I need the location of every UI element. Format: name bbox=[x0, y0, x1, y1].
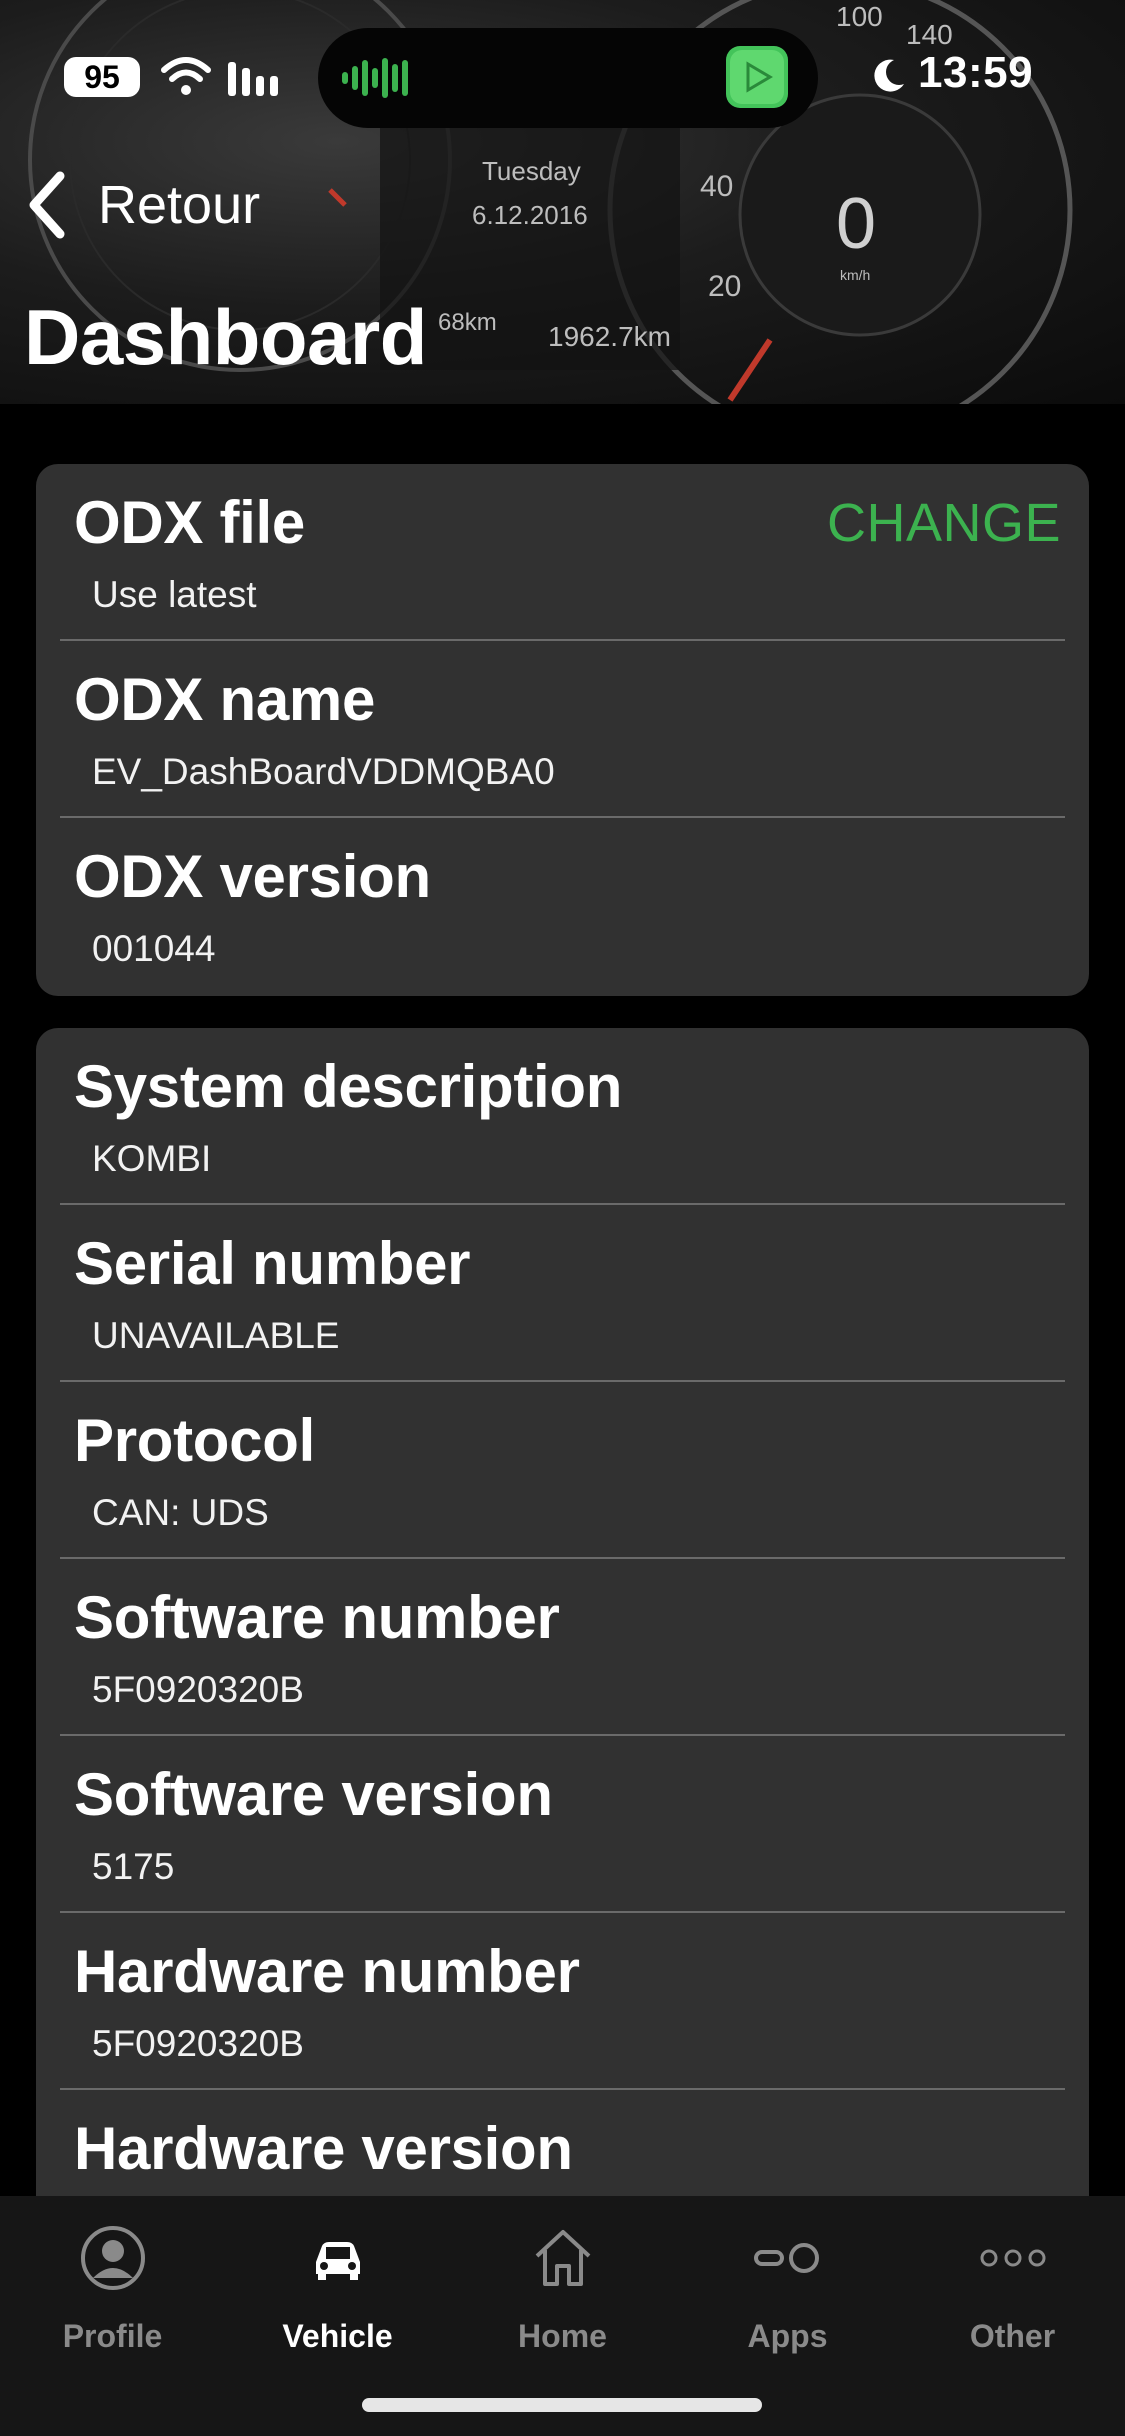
hardware-number-value: 5F0920320B bbox=[92, 2023, 304, 2064]
chevron-left-icon bbox=[29, 171, 65, 239]
moon-icon bbox=[874, 59, 904, 92]
back-button[interactable]: Retour bbox=[24, 170, 260, 240]
cellular-signal-icon bbox=[228, 62, 278, 96]
software-number-label: Software number bbox=[74, 1584, 560, 1651]
back-label: Retour bbox=[98, 175, 261, 235]
odx-card: CHANGE ODX file Use latest ODX name EV_D… bbox=[36, 464, 1089, 996]
profile-icon bbox=[80, 2226, 145, 2290]
audio-waveform-icon bbox=[342, 58, 408, 98]
odx-file-value: Use latest bbox=[92, 574, 257, 615]
software-version-value: 5175 bbox=[92, 1846, 175, 1887]
bg-gauge-40: 40 bbox=[700, 170, 733, 203]
hardware-number-label: Hardware number bbox=[74, 1938, 580, 2005]
odx-file-row: ODX file Use latest bbox=[36, 464, 1089, 641]
protocol-label: Protocol bbox=[74, 1407, 315, 1474]
home-icon bbox=[535, 2230, 590, 2286]
odx-name-value: EV_DashBoardVDDMQBA0 bbox=[92, 751, 555, 792]
serial-number-value: UNAVAILABLE bbox=[92, 1315, 340, 1356]
hardware-number-row: Hardware number 5F0920320B bbox=[36, 1913, 1089, 2090]
apps-icon bbox=[753, 2243, 819, 2273]
bg-speed: 0 bbox=[836, 184, 876, 264]
tab-other-label: Other bbox=[969, 2318, 1056, 2354]
tab-apps[interactable]: Apps bbox=[675, 2218, 900, 2368]
odx-name-row: ODX name EV_DashBoardVDDMQBA0 bbox=[36, 641, 1089, 818]
protocol-value: CAN: UDS bbox=[92, 1492, 269, 1533]
wifi-icon bbox=[161, 57, 211, 95]
odx-version-row: ODX version 001044 bbox=[36, 818, 1089, 995]
tab-home[interactable]: Home bbox=[450, 2218, 675, 2368]
status-bar: 95 13:59 bbox=[0, 0, 1125, 140]
tab-vehicle-label: Vehicle bbox=[282, 2318, 393, 2354]
tab-apps-label: Apps bbox=[747, 2318, 828, 2354]
software-version-row: Software version 5175 bbox=[36, 1736, 1089, 1913]
more-icon bbox=[980, 2249, 1045, 2267]
serial-number-row: Serial number UNAVAILABLE bbox=[36, 1205, 1089, 1382]
hardware-version-label: Hardware version bbox=[74, 2115, 573, 2182]
bg-odometer: 1962.7km bbox=[548, 321, 671, 352]
battery-indicator: 95 bbox=[64, 57, 140, 97]
tab-home-label: Home bbox=[518, 2318, 607, 2354]
car-icon bbox=[315, 2242, 360, 2280]
tab-profile[interactable]: Profile bbox=[0, 2218, 225, 2368]
ecu-info-card: System description KOMBI Serial number U… bbox=[36, 1028, 1089, 2228]
software-number-value: 5F0920320B bbox=[92, 1669, 304, 1710]
status-time: 13:59 bbox=[918, 48, 1034, 97]
serial-number-label: Serial number bbox=[74, 1230, 471, 1297]
odx-file-label: ODX file bbox=[74, 489, 305, 556]
bg-day: Tuesday bbox=[482, 156, 581, 186]
tab-vehicle[interactable]: Vehicle bbox=[225, 2218, 450, 2368]
tab-profile-label: Profile bbox=[62, 2318, 163, 2354]
app-icon bbox=[726, 46, 788, 108]
odx-version-value: 001044 bbox=[92, 928, 216, 969]
page-title: Dashboard bbox=[24, 293, 427, 381]
software-version-label: Software version bbox=[74, 1761, 553, 1828]
home-indicator[interactable] bbox=[362, 2398, 762, 2412]
system-description-label: System description bbox=[74, 1053, 623, 1120]
protocol-row: Protocol CAN: UDS bbox=[36, 1382, 1089, 1559]
software-number-row: Software number 5F0920320B bbox=[36, 1559, 1089, 1736]
bg-range: 68km bbox=[438, 309, 497, 336]
system-description-row: System description KOMBI bbox=[36, 1028, 1089, 1205]
odx-version-label: ODX version bbox=[74, 843, 431, 910]
bg-speed-unit: km/h bbox=[840, 267, 870, 283]
odx-name-label: ODX name bbox=[74, 666, 376, 733]
header-background: Tuesday 6.12.2016 1962.7km 68km 40 20 10… bbox=[0, 0, 1125, 404]
dynamic-island[interactable] bbox=[318, 28, 818, 128]
tab-other[interactable]: Other bbox=[900, 2218, 1125, 2368]
bg-date: 6.12.2016 bbox=[472, 200, 588, 230]
system-description-value: KOMBI bbox=[92, 1138, 212, 1179]
bg-gauge-20: 20 bbox=[708, 270, 741, 303]
